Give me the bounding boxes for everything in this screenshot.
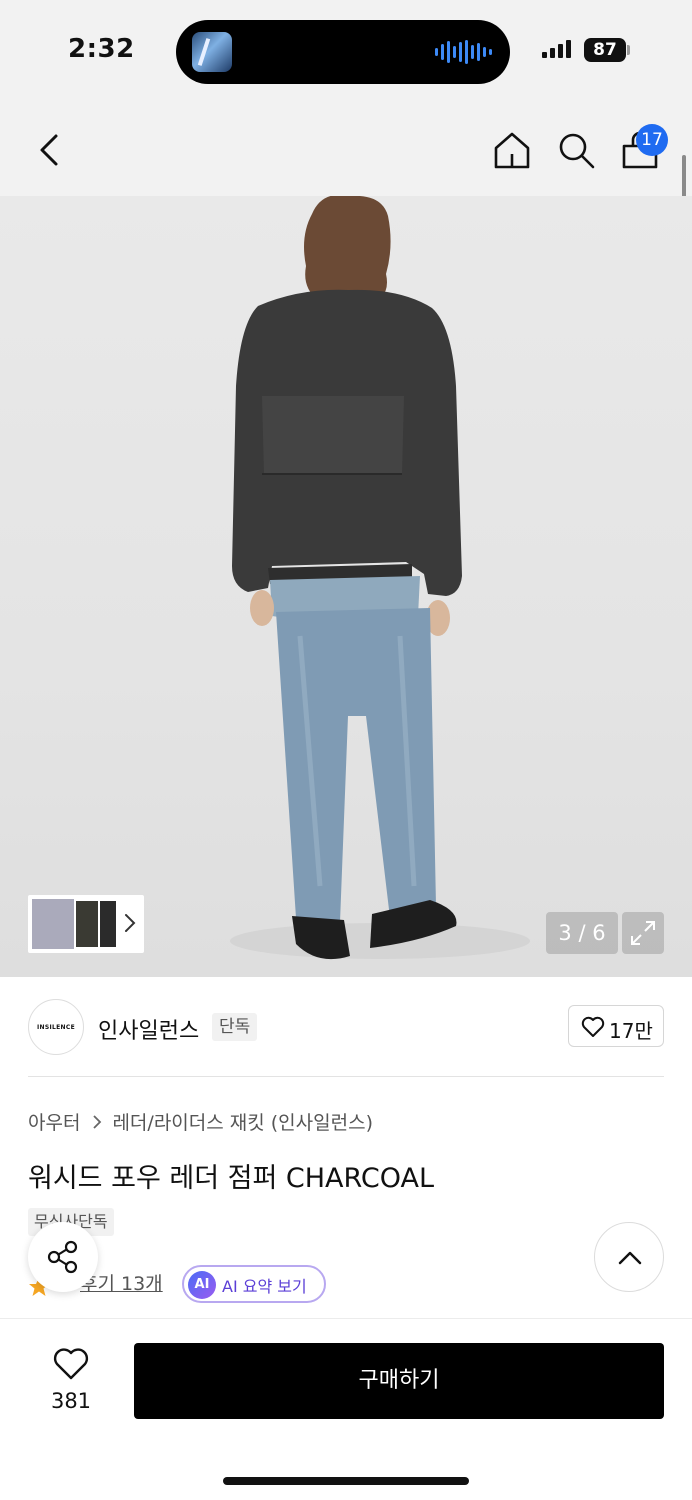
image-page-counter: 3 / 6: [546, 912, 618, 954]
buy-button[interactable]: 구매하기: [134, 1343, 664, 1419]
breadcrumb-subcategory[interactable]: 레더/라이더스 재킷 (인사일런스): [112, 1108, 373, 1135]
thumbnail-2[interactable]: [76, 901, 98, 947]
top-nav: [0, 100, 692, 196]
ai-summary-button[interactable]: AI AI 요약 보기: [182, 1265, 326, 1303]
brand-logo[interactable]: INSILENCE: [28, 999, 84, 1055]
product-title: 워시드 포우 레더 점퍼 CHARCOAL: [28, 1163, 435, 1194]
thumbnail-strip[interactable]: [28, 895, 144, 953]
ai-badge: AI: [188, 1271, 216, 1299]
divider: [28, 1076, 664, 1077]
now-playing-artwork: [192, 32, 232, 72]
chevron-right-icon: [93, 1114, 102, 1129]
home-indicator[interactable]: [223, 1477, 469, 1485]
battery-icon: 87: [584, 38, 626, 62]
audio-waveform-icon: [435, 40, 492, 64]
cart-count-badge: 17: [636, 124, 668, 156]
back-button[interactable]: [30, 130, 70, 170]
share-icon: [47, 1240, 78, 1274]
chevron-up-icon: [618, 1251, 642, 1265]
scroll-to-top-button[interactable]: [594, 1222, 664, 1292]
heart-icon: [581, 1016, 605, 1037]
share-button[interactable]: [28, 1222, 98, 1292]
status-time: 2:32: [68, 34, 135, 64]
expand-image-button[interactable]: [622, 912, 664, 954]
home-icon: [494, 132, 530, 169]
expand-icon: [631, 921, 655, 945]
brand-row[interactable]: INSILENCE 인사일런스 단독 17만: [0, 977, 692, 1077]
back-icon: [40, 134, 58, 166]
breadcrumb: 아우터 레더/라이더스 재킷 (인사일런스): [28, 1108, 373, 1135]
chevron-right-icon: [125, 914, 136, 932]
thumbnail-next-button[interactable]: [122, 911, 138, 935]
status-bar: 2:32 87: [0, 0, 692, 100]
battery-cap: [627, 45, 630, 55]
brand-like-count: 17만: [609, 1019, 653, 1043]
home-button[interactable]: [492, 130, 532, 170]
signal-icon: [542, 40, 571, 58]
search-button[interactable]: [556, 130, 596, 170]
brand-like-button[interactable]: 17만: [568, 1005, 664, 1047]
heart-icon: [53, 1348, 89, 1380]
brand-exclusive-tag: 단독: [212, 1013, 258, 1041]
wishlist-button[interactable]: 381: [44, 1347, 98, 1417]
search-icon: [559, 133, 595, 169]
dynamic-island[interactable]: [176, 20, 510, 84]
product-image[interactable]: [0, 196, 692, 977]
thumbnail-1[interactable]: [32, 899, 74, 949]
bottom-action-bar: 381 구매하기: [0, 1318, 692, 1500]
product-photo: [230, 196, 530, 960]
ai-summary-label: AI 요약 보기: [222, 1277, 307, 1296]
wishlist-count: 381: [50, 1389, 92, 1413]
thumbnail-3[interactable]: [100, 901, 116, 947]
breadcrumb-category[interactable]: 아우터: [28, 1108, 80, 1135]
brand-name[interactable]: 인사일런스: [98, 1013, 199, 1045]
